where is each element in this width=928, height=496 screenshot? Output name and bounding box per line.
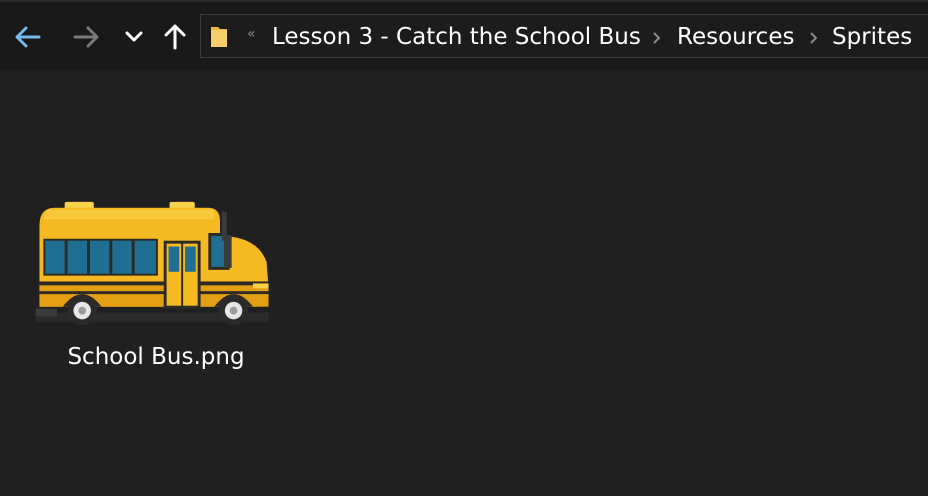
breadcrumb-sprites[interactable]: Sprites <box>832 24 912 50</box>
file-item-school-bus[interactable]: School Bus.png <box>20 0 292 370</box>
breadcrumb-resources[interactable]: Resources <box>677 24 794 50</box>
chevron-right-icon[interactable] <box>809 31 819 45</box>
chevron-right-icon[interactable] <box>652 31 662 45</box>
address-bar[interactable]: « Lesson 3 - Catch the School Bus Resour… <box>200 14 928 58</box>
school-bus-image <box>35 201 269 326</box>
file-name-label: School Bus.png <box>67 344 245 370</box>
breadcrumb-lesson-3[interactable]: Lesson 3 - Catch the School Bus <box>272 24 641 50</box>
